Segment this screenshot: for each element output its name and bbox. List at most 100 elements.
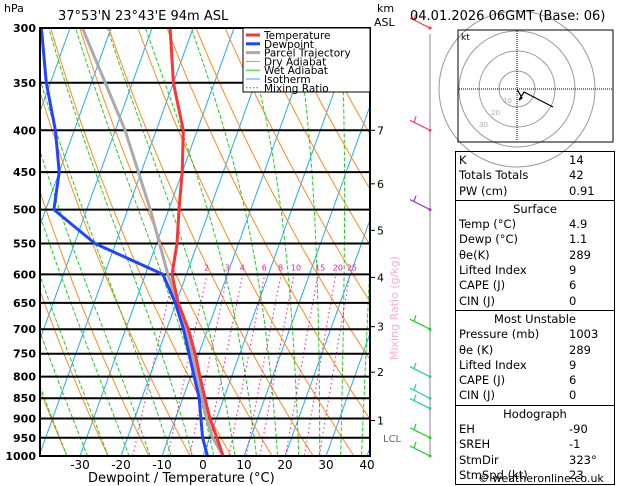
pressure-tick-label: 850 xyxy=(13,392,36,405)
wind-barb-base xyxy=(428,327,432,331)
index-value: -1 xyxy=(569,437,581,452)
index-row: θe (K) 289 xyxy=(459,343,614,358)
index-label: EH xyxy=(459,422,475,437)
index-label: StmDir xyxy=(459,452,499,467)
wind-barb xyxy=(409,116,431,131)
pressure-tick-label: 450 xyxy=(13,166,36,179)
pressure-tick-label: 300 xyxy=(13,22,36,35)
datetime-title: 04.01.2026 06GMT (Base: 06) xyxy=(410,9,605,24)
temperature-tick-label: -30 xyxy=(70,458,90,472)
pressure-tick-label: 600 xyxy=(13,268,36,281)
x-axis-label: Dewpoint / Temperature (°C) xyxy=(88,471,275,486)
pressure-tick-label: 350 xyxy=(13,77,36,90)
wet-adiabat-line xyxy=(40,77,172,456)
skewt-figure: 1 2 3 4 6 8 10 15 20 25 300 350 400 450 500 550 600 650 70… xyxy=(0,0,629,486)
hodograph-indices: Hodograph EH -90 SREH -1 StmDir 323° StmSpd (kt… xyxy=(456,406,614,484)
index-value: 1.1 xyxy=(569,232,588,247)
index-label: θe(K) xyxy=(459,247,490,262)
pressure-tick-label: 500 xyxy=(13,204,36,217)
mixing-ratio-tick-label: 3 xyxy=(225,263,230,272)
index-label: K xyxy=(459,153,467,167)
temperature-tick-label: -10 xyxy=(152,458,172,472)
temperature-tick-label: 30 xyxy=(318,458,333,472)
index-label: Dewp (°C) xyxy=(459,232,519,247)
index-row: EH -90 xyxy=(459,422,614,437)
index-label: CIN (J) xyxy=(459,293,496,308)
section-title: Surface xyxy=(513,201,557,216)
pressure-tick-label: 750 xyxy=(13,348,36,361)
pressure-tick-label: 650 xyxy=(13,297,36,310)
index-value: 23 xyxy=(569,467,584,482)
mixing-ratio-line xyxy=(204,274,244,456)
wind-barb xyxy=(409,384,431,399)
index-label: Lifted Index xyxy=(459,357,527,372)
index-row: Dewp (°C) 1.1 xyxy=(459,232,614,247)
pressure-tick-label: 700 xyxy=(13,323,36,336)
index-value: 6 xyxy=(569,373,577,388)
hodograph: kt 102030 xyxy=(438,10,614,168)
lcl-label: LCL xyxy=(383,434,402,445)
index-label: SREH xyxy=(459,437,491,452)
index-value: 323° xyxy=(569,452,597,467)
wind-barb xyxy=(409,195,431,211)
index-row: Lifted Index 9 xyxy=(459,263,614,278)
index-label: CAPE (J) xyxy=(459,278,506,293)
index-row: CIN (J) 0 xyxy=(459,294,614,309)
hodograph-ring-label: 20 xyxy=(491,109,500,117)
dry-adiabat-line xyxy=(50,28,232,456)
indices-panel: K 14 Totals Totals 42 PW (cm) 0.91 Surface Tem… xyxy=(455,151,615,486)
location-title: 37°53'N 23°43'E 94m ASL xyxy=(58,9,229,24)
km-tick-label: 3 xyxy=(377,321,384,334)
index-value: 42 xyxy=(569,168,584,183)
wind-barb-base xyxy=(428,128,432,132)
index-row: CAPE (J) 6 xyxy=(459,373,614,388)
general-indices: K 14 Totals Totals 42 PW (cm) 0.91 xyxy=(456,152,614,201)
wind-barb-base xyxy=(428,407,432,411)
index-row: Temp (°C) 4.9 xyxy=(459,217,614,232)
dewpoint-profile xyxy=(40,28,209,456)
index-value: 1003 xyxy=(569,327,599,342)
index-row: PW (cm) 0.91 xyxy=(459,184,614,199)
section-title: Hodograph xyxy=(503,406,567,421)
index-value: 289 xyxy=(569,342,591,357)
km-tick-label: 4 xyxy=(377,271,384,284)
index-row: StmDir 323° xyxy=(459,453,614,468)
index-label: Totals Totals xyxy=(459,168,529,183)
index-row: StmSpd (kt) 23 xyxy=(459,468,614,483)
index-value: 0.91 xyxy=(569,183,595,198)
pressure-tick-label: 950 xyxy=(13,432,36,445)
km-tick-label: 1 xyxy=(377,415,384,428)
pressure-tick-label: 1000 xyxy=(5,450,36,463)
index-row: K 14 xyxy=(459,153,614,168)
index-label: Lifted Index xyxy=(459,263,527,278)
hodograph-ring-label: 30 xyxy=(479,121,488,129)
index-row: CIN (J) 0 xyxy=(459,388,614,403)
wind-barb xyxy=(409,423,431,439)
mixing-ratio-tick-label: 10 xyxy=(291,263,301,272)
mixing-ratio-tick-label: 6 xyxy=(262,263,267,272)
most-unstable-indices: Most Unstable Pressure (mb) 1003 θe (K) 289 L… xyxy=(456,311,614,406)
mixing-ratio-axis-label: Mixing Ratio (g/kg) xyxy=(388,256,401,360)
index-label: PW (cm) xyxy=(459,183,508,198)
index-label: CIN (J) xyxy=(459,388,496,403)
index-label: Temp (°C) xyxy=(459,217,517,232)
pressure-tick-label: 400 xyxy=(13,124,36,137)
wind-barb xyxy=(409,315,431,330)
wind-barb-base xyxy=(428,454,432,458)
mixing-ratio-line xyxy=(228,274,266,456)
km-tick-label: 7 xyxy=(377,124,384,137)
index-label: StmSpd (kt) xyxy=(459,467,528,482)
km-tick-label: 2 xyxy=(377,366,384,379)
pressure-tick-label: 900 xyxy=(13,413,36,426)
index-label: θe (K) xyxy=(459,342,494,357)
index-value: 0 xyxy=(569,293,577,308)
mixing-ratio-tick-label: 1 xyxy=(171,263,176,272)
mixing-ratio-tick-label: 20 xyxy=(333,263,343,272)
index-value: 14 xyxy=(569,153,584,167)
mixing-ratio-tick-label: 15 xyxy=(315,263,325,272)
section-title: Most Unstable xyxy=(494,311,576,326)
mixing-ratio-tick-label: 4 xyxy=(240,263,245,272)
index-row: Pressure (mb) 1003 xyxy=(459,327,614,342)
index-label: Pressure (mb) xyxy=(459,327,540,342)
index-row: Totals Totals 42 xyxy=(459,168,614,183)
